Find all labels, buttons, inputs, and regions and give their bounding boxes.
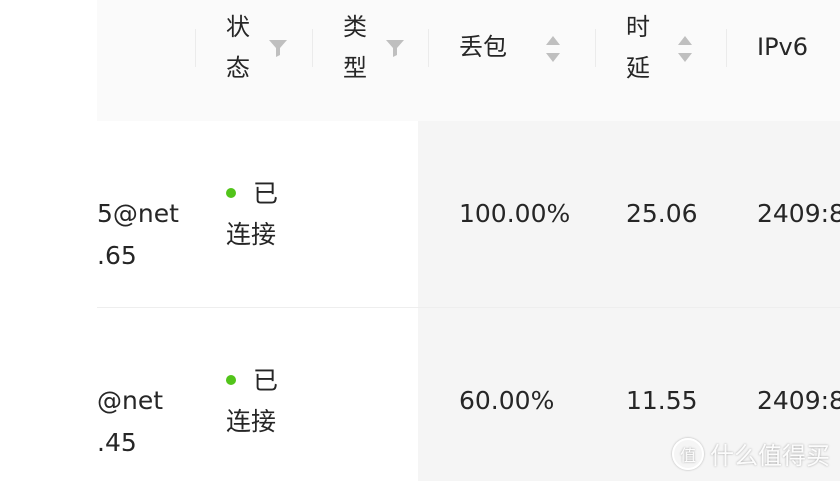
latency-cell: 11.55 [626,386,698,415]
column-header-type-line2: 型 [343,54,367,82]
status-dot [226,375,236,385]
filter-icon[interactable] [267,37,289,59]
watermark: 值 什么值得买 [672,436,830,471]
column-header-status-line1: 状 [226,13,250,41]
name-cell-line2: .45 [97,428,137,457]
status-text-line2: 连接 [226,407,277,436]
packet-loss-cell: 100.00% [459,199,571,228]
column-header-latency-line1: 时 [626,13,650,41]
sort-icon[interactable] [544,34,562,64]
status-text-line1: 已 [253,179,279,208]
column-separator [312,29,313,67]
table: 状 态 类 型 丢包 时 延 IPv6 5@net .65 已 连接 100.0… [97,0,840,481]
column-header-latency-line2: 延 [626,54,650,82]
column-header-status[interactable]: 状 态 [226,7,256,89]
status-text-line2: 连接 [226,220,277,249]
status-text-line1: 已 [253,366,279,395]
table-header: 状 态 类 型 丢包 时 延 IPv6 [97,0,840,122]
name-cell-line1: @net [97,386,164,415]
packet-loss-cell: 60.00% [459,386,555,415]
table-row[interactable]: 5@net .65 已 连接 100.00% 25.06 2409:8 [97,121,840,308]
column-header-ipv6[interactable]: IPv6 [757,27,808,68]
watermark-text: 什么值得买 [710,442,830,470]
column-separator [595,29,596,67]
column-header-type-line1: 类 [343,13,367,41]
name-cell-line1: 5@net [97,199,179,228]
column-header-type[interactable]: 类 型 [343,7,373,89]
watermark-logo-icon: 值 [672,437,704,470]
latency-cell: 25.06 [626,199,698,228]
status-dot [226,188,236,198]
ipv6-cell: 2409:8 [757,199,840,228]
ipv6-cell: 2409:8 [757,386,840,415]
column-separator [726,29,727,67]
name-cell-line2: .65 [97,241,137,270]
column-header-status-line2: 态 [226,54,250,82]
column-header-packet-loss[interactable]: 丢包 [459,27,507,68]
filter-icon[interactable] [384,37,406,59]
column-separator [195,29,196,67]
column-header-latency[interactable]: 时 延 [626,7,656,89]
sort-icon[interactable] [676,34,694,64]
column-separator [428,29,429,67]
